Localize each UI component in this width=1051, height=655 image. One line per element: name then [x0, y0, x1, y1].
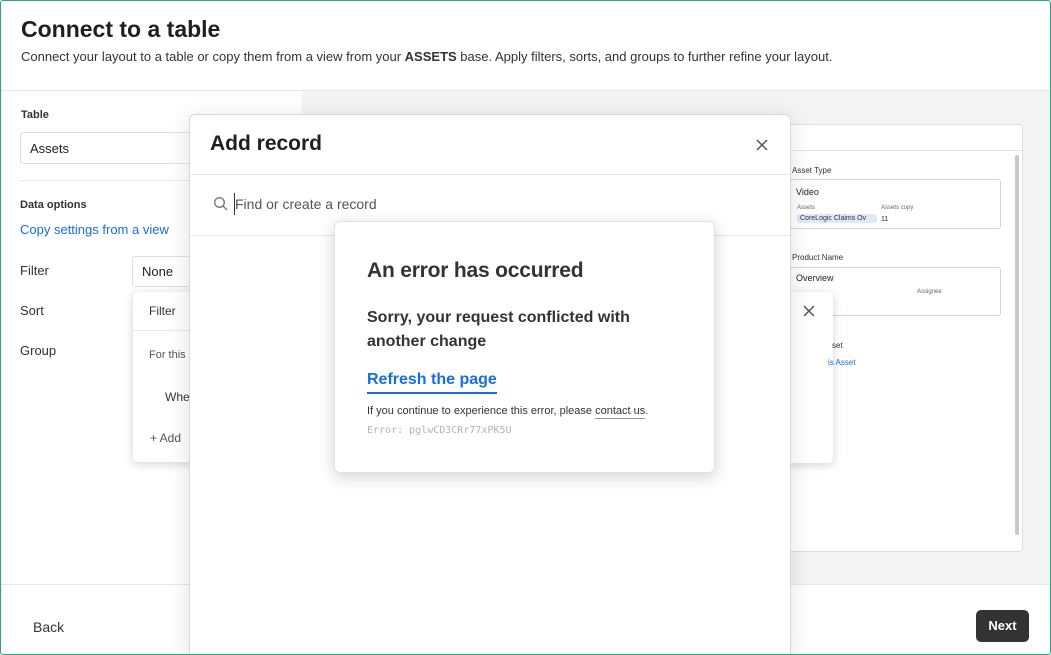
next-button[interactable]: Next — [976, 610, 1029, 642]
asset-chip: CoreLogic Claims Ov — [797, 214, 877, 223]
filter-popover-title: Filter — [149, 304, 176, 318]
data-options-label: Data options — [20, 199, 87, 211]
back-button[interactable]: Back — [33, 619, 64, 635]
product-name-label: Product Name — [792, 253, 844, 262]
close-icon[interactable] — [753, 136, 771, 154]
search-icon — [214, 197, 228, 211]
page-subtitle: Connect your layout to a table or copy t… — [21, 49, 832, 64]
filter-popover-for-text: For this — [149, 349, 186, 361]
table-label: Table — [21, 109, 49, 121]
asset-type-label: Asset Type — [792, 166, 832, 175]
refresh-page-link[interactable]: Refresh the page — [367, 371, 497, 394]
divider — [190, 174, 790, 175]
page-title: Connect to a table — [21, 16, 221, 42]
assets-copy-sub-label: Assets copy — [881, 205, 914, 211]
filter-popover-where-text: Whe — [165, 390, 190, 404]
group-label[interactable]: Group — [20, 343, 56, 358]
copy-settings-link[interactable]: Copy settings from a view — [20, 222, 169, 237]
subtitle-text-end: base. Apply filters, sorts, and groups t… — [456, 49, 833, 64]
close-icon[interactable] — [800, 302, 818, 320]
error-title: An error has occurred — [367, 259, 584, 282]
assets-sub-label: Assets — [797, 205, 816, 211]
sort-label[interactable]: Sort — [20, 303, 44, 318]
error-message: Sorry, your request conflicted with anot… — [367, 309, 630, 350]
error-modal: An error has occurred Sorry, your reques… — [334, 221, 715, 473]
page-header: Connect to a table Connect your layout t… — [0, 0, 1051, 91]
subtitle-base-name: ASSETS — [404, 49, 457, 64]
filter-label: Filter — [20, 263, 49, 278]
error-note-text: If you continue to experience this error… — [367, 405, 596, 417]
preview-card-topbar — [779, 125, 1022, 151]
error-note: If you continue to experience this error… — [367, 405, 649, 419]
dialog-title: Add record — [210, 132, 323, 155]
error-code: Error: pglwCD3CRr77xPK5U — [367, 425, 512, 436]
asset-partial-label: set — [832, 341, 843, 350]
subtitle-text: Connect your layout to a table or copy t… — [21, 49, 405, 64]
error-note-end: . — [645, 405, 649, 417]
assignee-sub-label: Assignee — [917, 289, 942, 295]
asset-type-value: Video — [796, 187, 819, 197]
product-name-value: Overview — [796, 273, 834, 283]
contact-us-link[interactable]: contact us — [595, 405, 646, 419]
asset-partial-link[interactable]: is Asset — [828, 358, 856, 367]
record-search-input[interactable] — [234, 193, 754, 215]
preview-scrollbar[interactable] — [1015, 155, 1019, 535]
assets-copy-value: 11 — [881, 216, 889, 223]
add-condition-button[interactable]: + Add — [150, 431, 181, 445]
